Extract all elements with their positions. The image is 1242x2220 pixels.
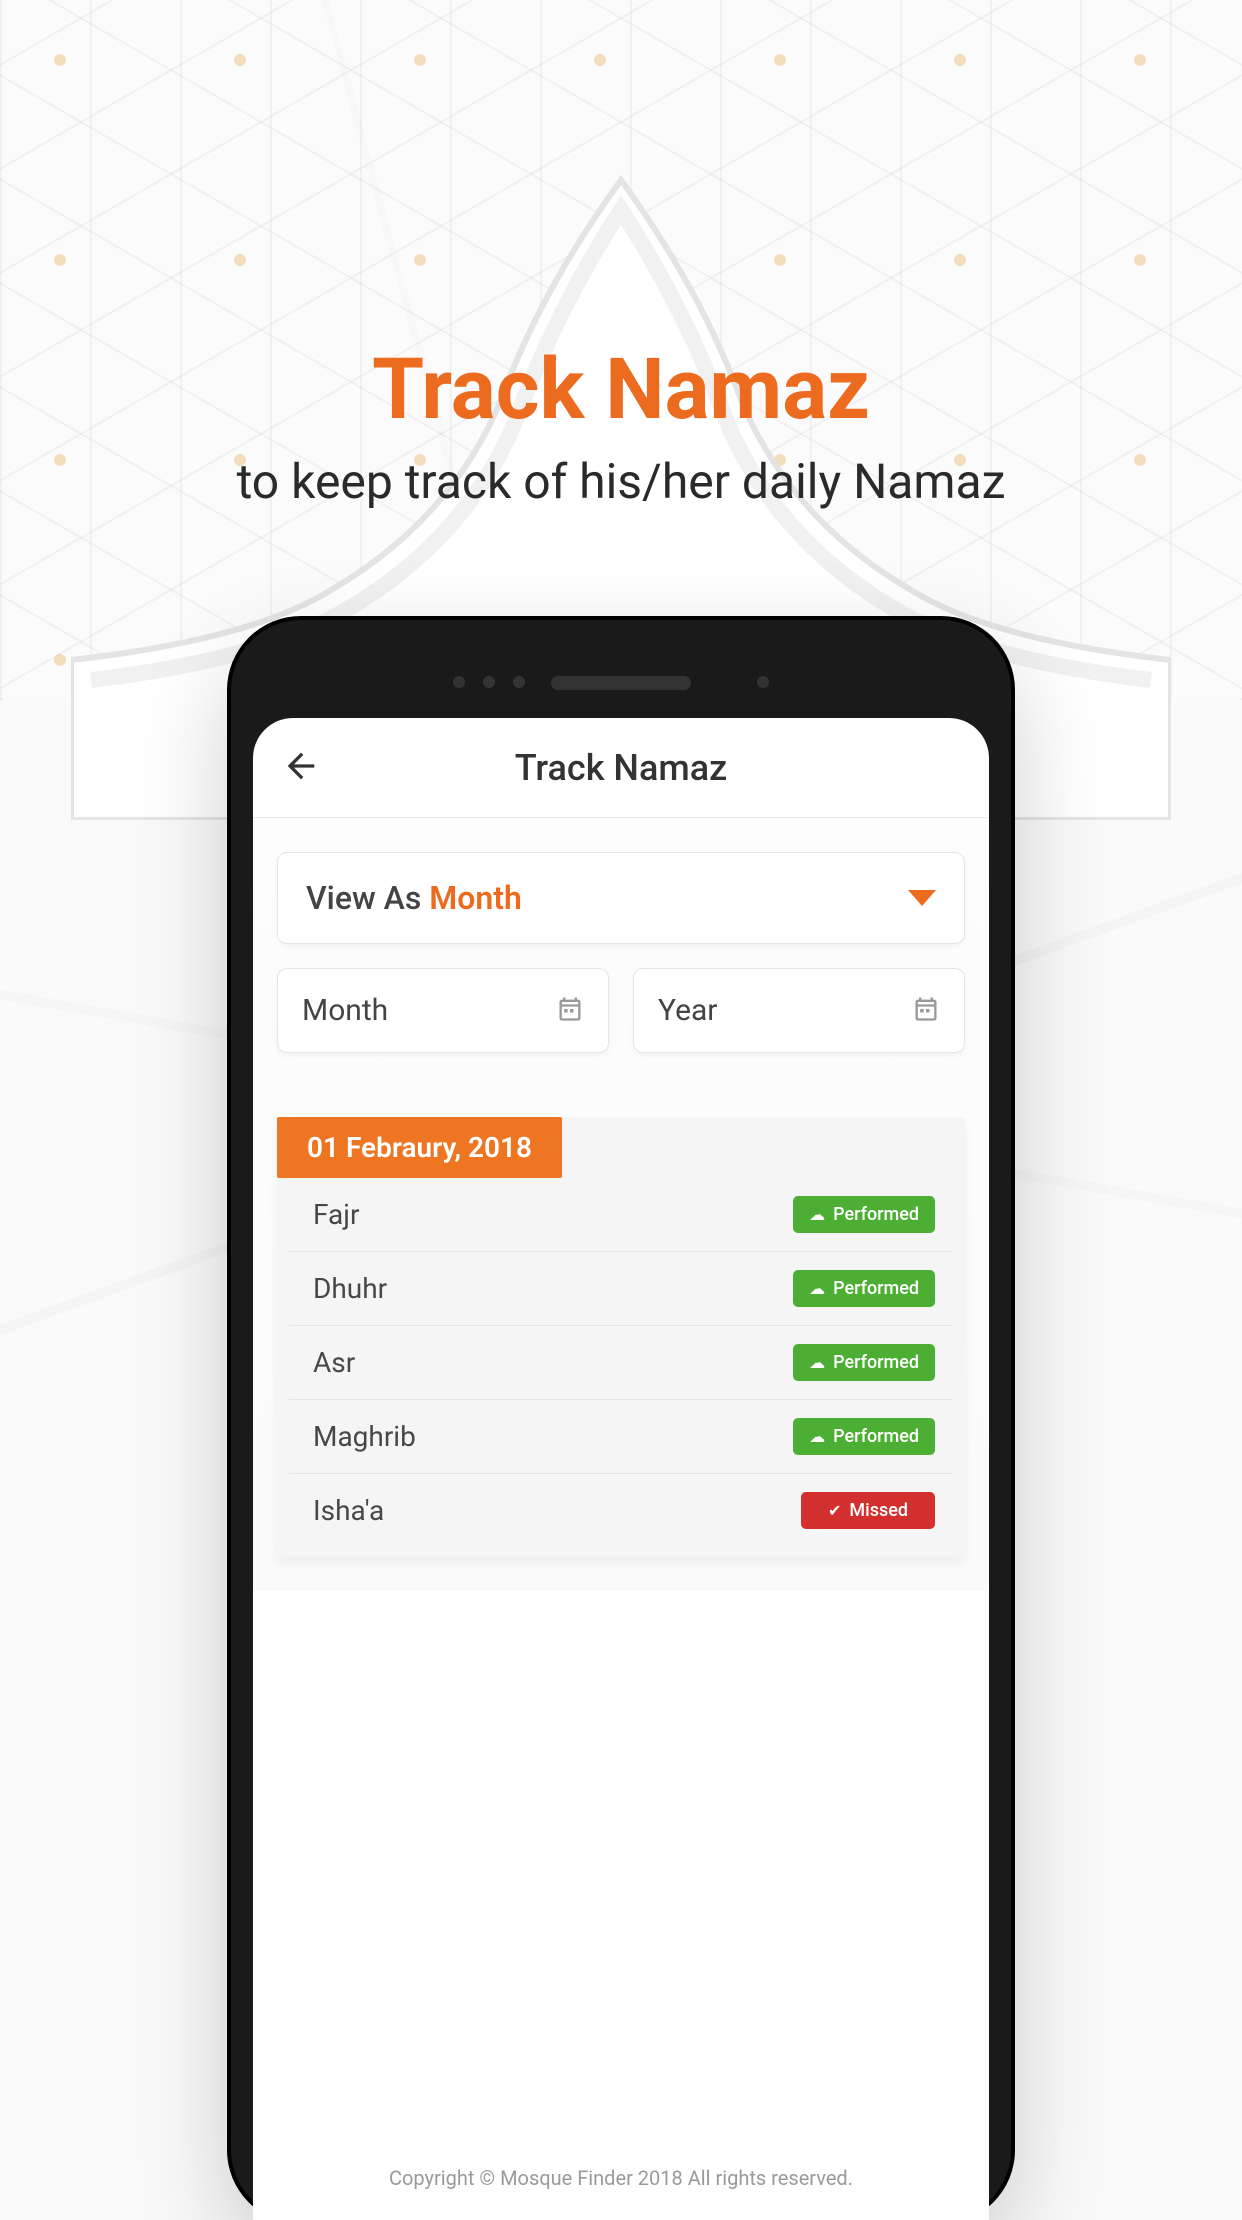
- prayer-row: Asr ☁ Performed: [289, 1326, 953, 1400]
- prayer-name: Asr: [313, 1346, 355, 1379]
- status-text: Performed: [833, 1352, 919, 1373]
- prayer-name: Dhuhr: [313, 1272, 387, 1305]
- prayer-name: Maghrib: [313, 1420, 416, 1453]
- back-button[interactable]: [281, 746, 321, 790]
- promo-headline: Track Namaz to keep track of his/her dai…: [171, 340, 1071, 513]
- cloud-icon: ☁: [809, 1205, 825, 1224]
- status-text: Missed: [849, 1500, 908, 1521]
- promo-title: Track Namaz: [171, 340, 1071, 439]
- month-label: Month: [302, 993, 388, 1028]
- phone-mockup: Track Namaz View As Month Month Year: [231, 620, 1011, 2220]
- date-header: 01 Febraury, 2018: [277, 1117, 562, 1178]
- app-screen: Track Namaz View As Month Month Year: [253, 718, 989, 2220]
- view-as-value: Month: [429, 879, 522, 917]
- prayer-row: Isha'a ✔ Missed: [289, 1474, 953, 1547]
- copyright-text: Copyright © Mosque Finder 2018 All right…: [253, 2166, 989, 2190]
- status-badge-performed[interactable]: ☁ Performed: [793, 1270, 935, 1307]
- cloud-icon: ☁: [809, 1353, 825, 1372]
- cloud-icon: ☁: [809, 1427, 825, 1446]
- prayer-name: Fajr: [313, 1198, 359, 1231]
- check-icon: ✔: [828, 1501, 841, 1520]
- promo-subtitle: to keep track of his/her daily Namaz: [171, 451, 1071, 513]
- status-badge-missed[interactable]: ✔ Missed: [801, 1492, 935, 1529]
- status-badge-performed[interactable]: ☁ Performed: [793, 1418, 935, 1455]
- calendar-icon: [556, 995, 584, 1027]
- status-badge-performed[interactable]: ☁ Performed: [793, 1196, 935, 1233]
- calendar-icon: [912, 995, 940, 1027]
- prayer-row: Dhuhr ☁ Performed: [289, 1252, 953, 1326]
- prayer-name: Isha'a: [313, 1494, 384, 1527]
- page-title: Track Namaz: [515, 747, 728, 789]
- year-picker[interactable]: Year: [633, 968, 965, 1053]
- prayer-row: Fajr ☁ Performed: [289, 1178, 953, 1252]
- status-text: Performed: [833, 1426, 919, 1447]
- month-picker[interactable]: Month: [277, 968, 609, 1053]
- status-text: Performed: [833, 1204, 919, 1225]
- status-badge-performed[interactable]: ☁ Performed: [793, 1344, 935, 1381]
- status-text: Performed: [833, 1278, 919, 1299]
- year-label: Year: [658, 993, 717, 1028]
- cloud-icon: ☁: [809, 1279, 825, 1298]
- chevron-down-icon: [908, 890, 936, 906]
- view-as-text: View As Month: [306, 879, 522, 917]
- prayer-list-section: 01 Febraury, 2018 Fajr ☁ Performed Dhuhr…: [277, 1117, 965, 1557]
- prayer-row: Maghrib ☁ Performed: [289, 1400, 953, 1474]
- app-header: Track Namaz: [253, 718, 989, 818]
- back-arrow-icon: [281, 746, 321, 786]
- phone-bezel: [253, 648, 989, 718]
- content-area: View As Month Month Year: [253, 818, 989, 1591]
- view-as-dropdown[interactable]: View As Month: [277, 852, 965, 944]
- view-as-label: View As: [306, 879, 429, 917]
